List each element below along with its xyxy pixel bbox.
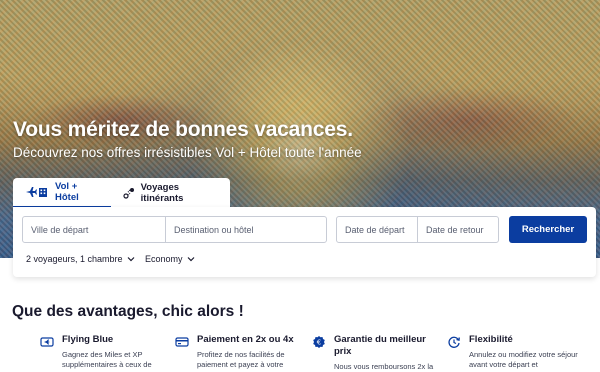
hero-title: Vous méritez de bonnes vacances.: [13, 118, 353, 141]
return-date-input[interactable]: Date de retour: [417, 216, 499, 243]
tab-voyages-itinerants[interactable]: Voyages itinérants: [111, 178, 230, 208]
advantage-description: Profitez de nos facilités de paiement et…: [197, 350, 285, 369]
chevron-down-icon: [187, 254, 195, 264]
search-tabs: Vol + Hôtel Voyages itinérants: [13, 178, 230, 208]
hero-subtitle: Découvrez nos offres irrésistibles Vol +…: [13, 145, 362, 160]
euro-badge-icon: €: [312, 335, 326, 349]
advantage-name: Garantie du meilleur prix: [334, 334, 426, 357]
passengers-label: 2 voyageurs, 1 chambre: [26, 254, 123, 264]
route-icon: [123, 187, 135, 199]
plane-hotel-icon: [25, 186, 49, 198]
search-button[interactable]: Rechercher: [509, 216, 587, 243]
tab-vol-hotel[interactable]: Vol + Hôtel: [13, 178, 111, 208]
credit-card-icon: [175, 335, 189, 349]
svg-text:€: €: [317, 339, 321, 347]
advantage-name: Flexibilité: [469, 334, 513, 345]
search-form: Ville de départ Destination ou hôtel Dat…: [13, 207, 596, 277]
advantage-name: Paiement en 2x ou 4x: [197, 334, 294, 345]
card-icon: [40, 335, 54, 349]
advantage-description: Nous vous remboursons 2x la: [334, 362, 434, 371]
departure-city-input[interactable]: Ville de départ: [22, 216, 166, 243]
flexibility-icon: [447, 335, 461, 349]
tab-vol-hotel-label: Vol + Hôtel: [55, 181, 79, 203]
chevron-down-icon: [127, 254, 135, 264]
advantage-description: Gagnez des Miles et XP supplémentaires à…: [62, 350, 152, 369]
cabin-selector[interactable]: Economy: [145, 254, 195, 264]
advantages-title: Que des avantages, chic alors !: [12, 303, 244, 320]
advantage-name: Flying Blue: [62, 334, 114, 345]
passengers-selector[interactable]: 2 voyageurs, 1 chambre: [26, 254, 135, 264]
cabin-label: Economy: [145, 254, 183, 264]
advantage-description: Annulez ou modifiez votre séjour avant v…: [469, 350, 578, 369]
departure-date-input[interactable]: Date de départ: [336, 216, 418, 243]
tab-voyages-itinerants-label: Voyages itinérants: [140, 182, 184, 204]
destination-input[interactable]: Destination ou hôtel: [165, 216, 327, 243]
